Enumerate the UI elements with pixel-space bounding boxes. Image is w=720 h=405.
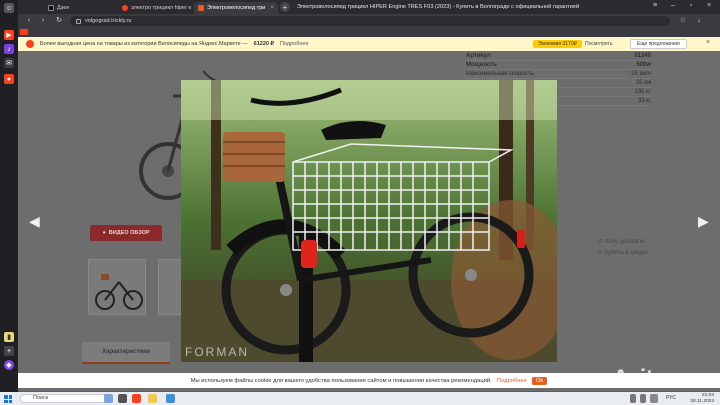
photo-watermark: FORMAN (185, 345, 249, 359)
youtube-bookmark-icon[interactable] (20, 29, 28, 35)
yandex-logo-icon (26, 40, 34, 48)
url-text: volgograd.trickly.ru (85, 18, 132, 24)
start-icon[interactable] (4, 395, 12, 403)
promo-more-link[interactable]: Подробнее (280, 41, 309, 47)
reload-icon[interactable]: ↻ (54, 16, 64, 26)
promo-watch-link[interactable]: Посмотреть (585, 41, 613, 47)
trike-thumbnail-image (95, 274, 143, 310)
next-image-icon[interactable]: ▶ (698, 213, 709, 230)
trike-photo: FORMAN (181, 80, 557, 362)
bookmarks-icon[interactable]: ≡ (648, 2, 662, 9)
spec-row: Артикул 01340 (466, 53, 651, 61)
cookie-ok-button[interactable]: Ok (531, 376, 548, 385)
dzen-favicon-icon (48, 5, 54, 11)
address-bar-row: ‹ › ↻ volgograd.trickly.ru ☆ ↓ (18, 14, 720, 28)
volume-icon[interactable] (640, 394, 646, 403)
gallery-thumbnail[interactable] (158, 259, 182, 315)
spec-row: Мощность 500w (466, 62, 651, 70)
music-icon[interactable]: ♪ (4, 44, 14, 54)
clock-date: 28.11.2023 (690, 398, 714, 404)
download-icon[interactable]: ↓ (694, 16, 704, 26)
forward-icon[interactable]: › (38, 16, 48, 26)
cookie-text: Мы используем файлы cookie для вашего уд… (190, 377, 492, 384)
previous-image-icon[interactable]: ◀ (29, 213, 40, 230)
gallery-thumbnail[interactable] (88, 259, 146, 315)
search-placeholder: Поиск (33, 395, 49, 401)
tab-label: Дзен (57, 5, 70, 11)
video-review-button[interactable]: ● ВИДЕО ОБЗОР (90, 225, 162, 241)
bookmarks-bar (18, 28, 720, 37)
language-indicator[interactable]: РУС (666, 395, 676, 401)
battery-icon[interactable] (650, 394, 658, 403)
folder-icon[interactable] (148, 394, 157, 403)
back-icon[interactable]: ‹ (24, 16, 34, 26)
lock-icon (76, 18, 81, 24)
close-window-icon[interactable]: × (702, 2, 716, 9)
minimize-icon[interactable]: – (666, 2, 680, 9)
taskbar-app-icon[interactable] (104, 394, 113, 403)
want-cheaper-link[interactable]: ⊙ Хочу дешевле (598, 237, 649, 248)
tab-dzen[interactable]: Дзен (44, 2, 114, 14)
wifi-icon[interactable] (630, 394, 636, 403)
maximize-icon[interactable]: ▫ (684, 2, 698, 9)
taskbar-search-field[interactable]: Поиск (20, 394, 112, 403)
page-title: Электровелосипед трицикл HIPER Engine TR… (296, 4, 580, 10)
avito-watermark: Avito (612, 365, 667, 392)
promo-offers-button[interactable]: Еще предложения (630, 39, 687, 49)
tab-characteristics[interactable]: Характеристики (82, 342, 170, 364)
alice-icon[interactable]: ● (4, 74, 14, 84)
tab-label: электро трицикл hiper e (131, 5, 192, 11)
windows-taskbar: Поиск РУС 21:03 28.11.2023 (0, 392, 720, 405)
bookmark-star-icon[interactable]: ☆ (678, 16, 688, 26)
spec-row: Максимальная скорость 25 км/ч (466, 71, 651, 79)
tab-bar: Дзен электро трицикл hiper e Электровело… (18, 0, 720, 14)
price-actions: ⊙ Хочу дешевле ⊙ Купить в кредит (598, 237, 649, 259)
notes-icon[interactable]: ▮ (4, 332, 14, 342)
promo-price: 61220 ₽ (253, 41, 274, 47)
tab-search[interactable]: электро трицикл hiper e (118, 2, 203, 14)
video-review-label: ВИДЕО ОБЗОР (108, 230, 150, 236)
profile-icon[interactable]: ☺ (4, 3, 14, 13)
cookie-more-link[interactable]: Подробнее (497, 378, 527, 384)
store-icon[interactable] (166, 394, 175, 403)
promo-bonus-badge[interactable]: Экономия 3170₽ (533, 40, 582, 48)
add-panel-icon[interactable]: + (4, 346, 14, 356)
browser-side-panel: ☺ ▶ ♪ ✉ ● ▮ + ◆ (0, 0, 18, 392)
youtube-icon[interactable]: ▶ (4, 30, 14, 40)
url-field[interactable]: volgograd.trickly.ru (70, 16, 670, 26)
taskview-icon[interactable] (118, 394, 127, 403)
close-icon[interactable]: × (706, 39, 710, 46)
yandex-browser-icon[interactable] (132, 394, 141, 403)
yandex-favicon-icon (122, 5, 128, 11)
shop-favicon-icon (198, 5, 204, 11)
market-promo-bar: Более выгодная цена на товары из категор… (18, 37, 720, 51)
clock[interactable]: 21:03 28.11.2023 (690, 393, 714, 404)
promo-text: Более выгодная цена на товары из категор… (40, 41, 248, 47)
buy-credit-link[interactable]: ⊙ Купить в кредит (598, 248, 649, 259)
messenger-icon[interactable]: ✉ (4, 58, 14, 68)
assistant-icon[interactable]: ◆ (4, 360, 14, 370)
product-photo-lightbox: FORMAN (181, 80, 557, 362)
play-icon: ● (102, 230, 106, 236)
